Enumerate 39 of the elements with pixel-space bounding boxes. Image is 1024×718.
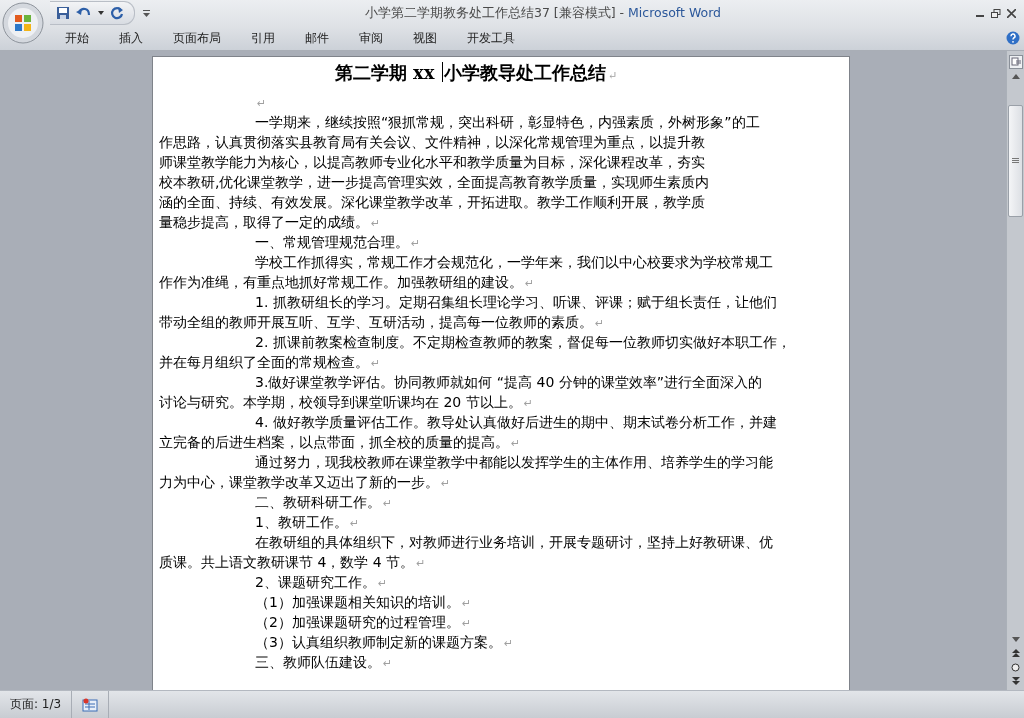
ribbon-tab[interactable]: 引用	[236, 29, 290, 47]
window-title: 小学第二学期教务处工作总结37 [兼容模式] - Microsoft Word	[363, 4, 723, 22]
ribbon-tab[interactable]: 开始	[50, 29, 104, 47]
paragraph: 3.做好课堂教学评估。协同教师就如何 “提高 40 分钟的课堂效率”进行全面深入的 讨论与研究。本学期，校领导到课堂听课均在 20 节以上。↵	[159, 373, 764, 412]
browse-object-icon[interactable]	[1008, 660, 1023, 674]
paragraph: ↵	[256, 96, 268, 112]
paragraph: （2）加强课题研究的过程管理。↵	[254, 613, 473, 632]
spelling-status-icon[interactable]	[82, 697, 99, 712]
save-icon[interactable]	[56, 6, 70, 20]
ribbon-tab[interactable]: 页面布局	[158, 29, 236, 47]
paragraph: 一、常规管理规范合理。↵	[254, 233, 422, 252]
ribbon-tab[interactable]: 开发工具	[452, 29, 530, 47]
paragraph: 二、教研科研工作。↵	[254, 493, 394, 512]
caret-icon[interactable]	[98, 11, 104, 15]
ribbon-tab[interactable]: 插入	[104, 29, 158, 47]
paragraph: 2. 抓课前教案检查制度。不定期检查教师的教案，督促每一位教师切实做好本职工作， 并在每月组织了全面的常规检查。↵	[159, 333, 792, 372]
customize-caret-icon[interactable]	[143, 9, 150, 17]
ribbon-tab[interactable]: 邮件	[290, 29, 344, 47]
paragraph: 1、教研工作。↵	[254, 513, 361, 532]
paragraph: 2、课题研究工作。↵	[254, 573, 389, 592]
page-count[interactable]: 页面: 1/3	[0, 691, 73, 718]
paragraph: 在教研组的具体组织下，对教师进行业务培训，开展专题研讨，坚持上好教研课、优 质课。共上语文教研课节 4，数学 4 节。↵	[159, 533, 774, 572]
document-title: 第二学期 xx 小学教导处工作总结↵	[333, 61, 619, 85]
ribbon-tab[interactable]: 视图	[398, 29, 452, 47]
help-icon[interactable]	[1006, 31, 1020, 45]
scrollbar-thumb[interactable]	[1008, 105, 1023, 217]
paragraph: 一学期来，继续按照“狠抓常规，突出科研，彰显特色，内强素质，外树形象”的工 作思路，认真贯彻落实县教育局有关会议、文件精神，以深化常规管理为重点，以提升教 师课堂教学能力为核心，以提高教师专业化水平和教学质量为目标，深化课程改革，夯实 校本教研,优化课堂教学，进一步提高管理实效，全面提高教育教学质量，实现师生素质内 涵的全面、持续、有效发展。深化课堂教学改革，开拓进取。教学工作顺利开展，教学质 量稳步提高，取得了一定的成绩。↵	[159, 113, 761, 232]
redo-icon[interactable]	[110, 6, 124, 20]
ribbon-tab[interactable]: 审阅	[344, 29, 398, 47]
paragraph: 通过努力，现我校教师在课堂教学中都能以发挥学生的主体作用、培养学生的学习能 力为中心，课堂教学改革又迈出了新的一步。↵	[159, 453, 774, 492]
paragraph: 1. 抓教研组长的学习。定期召集组长理论学习、听课、评课；赋于组长责任，让他们 带动全组的教师开展互听、互学、互研活动，提高每一位教师的素质。↵	[159, 293, 778, 332]
paragraph: （3）认真组织教师制定新的课题方案。↵	[254, 633, 515, 652]
paragraph: 学校工作抓得实，常规工作才会规范化，一学年来，我们以中心校要求为学校常规工 作作为准绳，有重点地抓好常规工作。加强教研组的建设。↵	[159, 253, 774, 292]
paragraph: 三、教师队伍建设。↵	[254, 653, 394, 672]
paragraph: 4. 做好教学质量评估工作。教导处认真做好后进生的期中、期末试卷分析工作，并建 立完备的后进生档案，以点带面，抓全校的质量的提高。↵	[159, 413, 778, 452]
view-ruler-icon[interactable]	[1008, 55, 1023, 69]
paragraph: （1）加强课题相关知识的培训。↵	[254, 593, 473, 612]
close-icon[interactable]	[1007, 8, 1016, 18]
restore-icon[interactable]	[991, 8, 1001, 18]
